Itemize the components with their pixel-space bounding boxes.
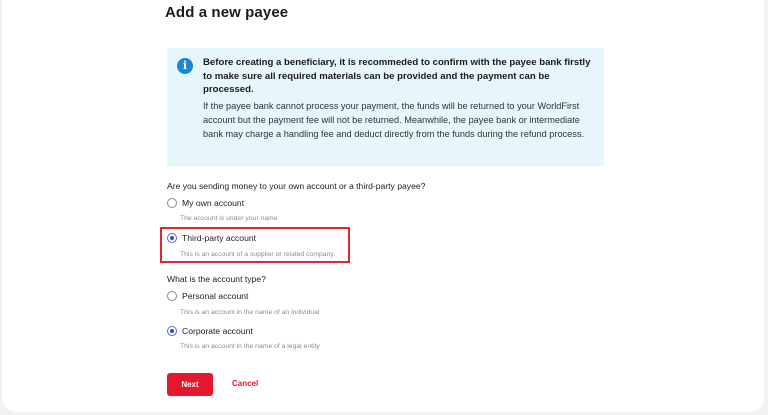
info-icon: i xyxy=(177,58,193,74)
payee-form-panel: Add a new payee i Before creating a bene… xyxy=(2,0,764,412)
radio-label: Third-party account xyxy=(182,233,257,243)
notice-bold-text: Before creating a beneficiary, it is rec… xyxy=(203,57,591,95)
radio-label: My own account xyxy=(182,198,245,208)
radio-description: This is an account of a supplier or rela… xyxy=(180,251,336,258)
radio-button[interactable] xyxy=(167,291,177,301)
radio-label: Corporate account xyxy=(182,326,253,336)
radio-description: This is an account in the name of a lega… xyxy=(180,343,320,350)
radio-my-own-account[interactable]: My own account xyxy=(167,198,244,208)
notice-body-text: If the payee bank cannot process your pa… xyxy=(203,101,585,139)
radio-personal-account[interactable]: Personal account xyxy=(167,291,248,301)
radio-button-selected[interactable] xyxy=(167,233,177,243)
page-title: Add a new payee xyxy=(165,4,289,21)
radio-label: Personal account xyxy=(182,291,249,301)
info-notice: i Before creating a beneficiary, it is r… xyxy=(167,48,604,166)
radio-corporate-account[interactable]: Corporate account xyxy=(167,326,253,336)
radio-third-party-account[interactable]: Third-party account xyxy=(167,233,256,243)
recipient-question-label: Are you sending money to your own accoun… xyxy=(167,181,426,191)
radio-description: The account is under your name xyxy=(180,215,278,222)
radio-description: This is an account in the name of an ind… xyxy=(180,309,320,316)
account-type-question-label: What is the account type? xyxy=(167,274,266,284)
cancel-link[interactable]: Cancel xyxy=(232,379,258,388)
radio-button-selected[interactable] xyxy=(167,326,177,336)
next-button[interactable]: Next xyxy=(167,373,213,396)
radio-button[interactable] xyxy=(167,198,177,208)
